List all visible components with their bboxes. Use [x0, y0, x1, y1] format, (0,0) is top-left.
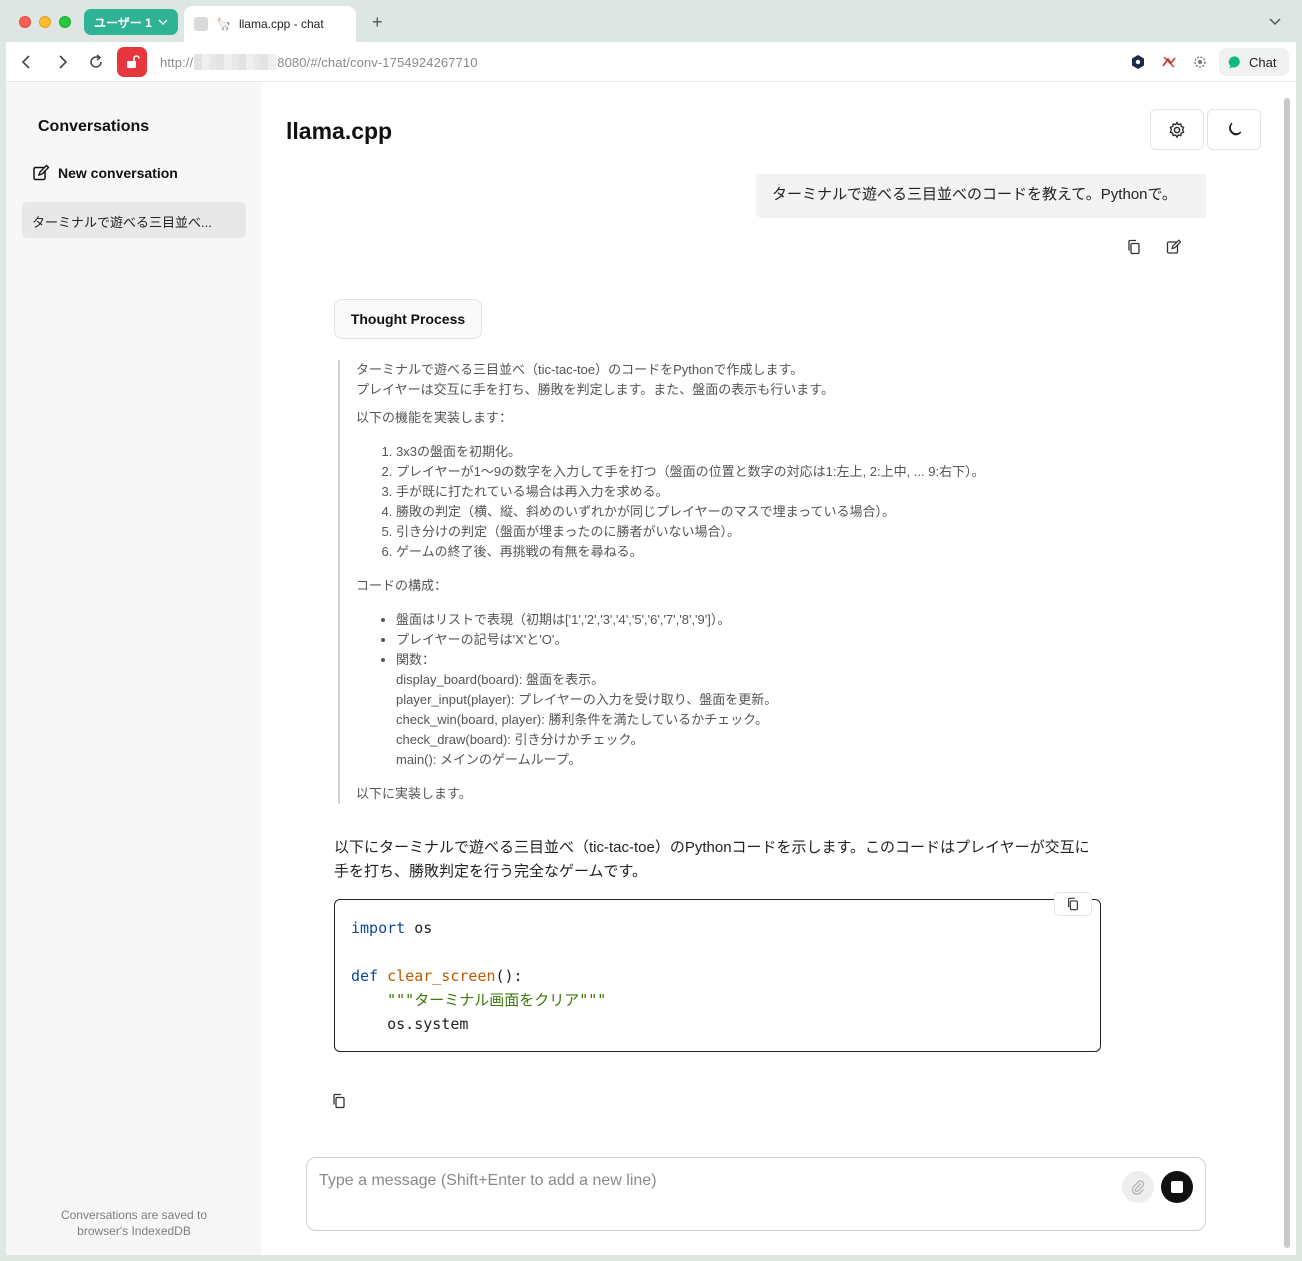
- site-security-button[interactable]: [117, 47, 147, 77]
- extension-hexagon-icon[interactable]: [1130, 54, 1146, 70]
- list-item: ゲームの終了後、再挑戦の有無を尋ねる。: [396, 542, 1058, 562]
- thought-intro-line2: プレイヤーは交互に手を打ち、勝敗を判定します。また、盤面の表示も行います。: [356, 382, 835, 397]
- storage-note-line2: browser's IndexedDB: [77, 1224, 191, 1238]
- list-item: 3x3の盤面を初期化。: [396, 442, 1058, 462]
- gear-icon: [1169, 120, 1185, 138]
- stop-icon: [1171, 1181, 1183, 1193]
- minimize-window-button[interactable]: [39, 16, 51, 28]
- functions-label: 関数：: [396, 652, 436, 667]
- thought-closing: 以下に実装します。: [356, 786, 472, 801]
- answer-line1: 以下にターミナルで遊べる三目並べ（tic-tac-toe）のPythonコードを…: [334, 839, 1090, 856]
- structure-list: 盤面はリストで表現（初期は['1','2','3','4','5','6','7…: [396, 610, 1058, 770]
- address-bar[interactable]: http:// 8080/#/chat/conv-1754924267710: [160, 54, 478, 70]
- storage-note-line1: Conversations are saved to: [60, 1208, 208, 1222]
- answer-line2: 手を打ち、勝敗判定を行う完全なゲームです。: [334, 863, 648, 880]
- copy-icon: [1068, 897, 1078, 911]
- theme-toggle-button[interactable]: [1207, 109, 1261, 150]
- edit-icon: [33, 164, 50, 181]
- list-item: プレイヤーが1〜9の数字を入力して手を打つ（盤面の位置と数字の対応は1:左上, …: [396, 462, 1058, 482]
- code-block: import os def clear_screen(): """ターミナル画面…: [334, 899, 1101, 1052]
- browser-tab-bar: ユーザー 1 🦙 llama.cpp - chat +: [0, 0, 1302, 42]
- maximize-window-button[interactable]: [59, 16, 71, 28]
- list-item: 関数： display_board(board): 盤面を表示。 player_…: [396, 650, 1058, 770]
- list-item: 盤面はリストで表現（初期は['1','2','3','4','5','6','7…: [396, 610, 1058, 630]
- message-composer: [306, 1157, 1206, 1231]
- code-line: os.system: [351, 1015, 469, 1033]
- new-conversation-label: New conversation: [58, 165, 178, 181]
- unlock-icon: [127, 55, 140, 68]
- list-item: 手が既に打たれている場合は再入力を求める。: [396, 482, 1058, 502]
- new-tab-button[interactable]: +: [372, 12, 383, 32]
- forward-icon[interactable]: [53, 53, 71, 71]
- copy-code-button[interactable]: [1054, 892, 1092, 916]
- extension-gear-icon[interactable]: [1192, 54, 1208, 70]
- structure-heading: コードの構成：: [356, 578, 448, 593]
- features-heading: 以下の機能を実装します：: [356, 410, 513, 425]
- tab-title: llama.cpp - chat: [238, 17, 324, 31]
- page-title: llama.cpp: [286, 118, 393, 144]
- conversation-item[interactable]: ターミナルで遊べる三目並べ...: [22, 202, 246, 238]
- code-keyword: def: [351, 967, 379, 985]
- tab-list-chevron-icon[interactable]: [1268, 14, 1282, 28]
- code-text: ():: [495, 967, 523, 985]
- profile-label: ユーザー 1: [94, 15, 152, 30]
- reload-icon[interactable]: [87, 53, 105, 71]
- function-item: check_win(board, player): 勝利条件を満たしているかチェ…: [396, 712, 769, 727]
- extension-disabled-icon[interactable]: [1161, 54, 1177, 70]
- chat-extension-button[interactable]: Chat: [1219, 48, 1289, 76]
- code-docstring: """ターミナル画面をクリア""": [351, 991, 607, 1009]
- chat-extension-label: Chat: [1249, 54, 1277, 70]
- edit-message-icon[interactable]: [1166, 239, 1182, 255]
- function-item: check_draw(board): 引き分けかチェック。: [396, 732, 644, 747]
- stop-generation-button[interactable]: [1161, 1171, 1193, 1203]
- thought-process-toggle[interactable]: Thought Process: [334, 299, 482, 339]
- redacted-host: [194, 54, 277, 70]
- tab-group-icon: [194, 17, 208, 31]
- attach-file-button[interactable]: [1122, 1171, 1154, 1203]
- function-item: main(): メインのゲームループ。: [396, 752, 582, 767]
- code-keyword: import: [351, 919, 406, 937]
- new-conversation-button[interactable]: New conversation: [32, 164, 178, 182]
- url-suffix: 8080/#/chat/conv-1754924267710: [277, 55, 478, 70]
- list-item: 引き分けの判定（盤面が埋まったのに勝者がいない場合）。: [396, 522, 1058, 542]
- code-text: os: [405, 919, 433, 937]
- sidebar-title: Conversations: [38, 118, 150, 135]
- close-window-button[interactable]: [19, 16, 31, 28]
- paperclip-icon: [1131, 1180, 1145, 1195]
- app-page: Conversations New conversation ターミナルで遊べる…: [6, 82, 1296, 1255]
- code-function-name: clear_screen: [387, 967, 496, 985]
- code-line: def clear_screen():: [351, 964, 1084, 988]
- function-item: display_board(board): 盤面を表示。: [396, 672, 605, 687]
- storage-note: Conversations are saved to browser's Ind…: [6, 1207, 262, 1239]
- thought-process-content: ターミナルで遊べる三目並べ（tic-tac-toe）のコードをPythonで作成…: [338, 360, 1058, 804]
- message-input[interactable]: [319, 1172, 1109, 1190]
- llama-favicon-icon: 🦙: [216, 17, 231, 31]
- settings-button[interactable]: [1150, 109, 1204, 150]
- function-item: player_input(player): プレイヤーの入力を受け取り、盤面を更…: [396, 692, 778, 707]
- back-icon[interactable]: [18, 53, 36, 71]
- list-item: 勝敗の判定（横、縦、斜めのいずれかが同じプレイヤーのマスで埋まっている場合）。: [396, 502, 1058, 522]
- browser-toolbar: http:// 8080/#/chat/conv-1754924267710 Ch…: [6, 42, 1296, 82]
- moon-icon: [1229, 122, 1242, 135]
- thought-intro-line1: ターミナルで遊べる三目並べ（tic-tac-toe）のコードをPythonで作成…: [356, 362, 804, 377]
- sidebar: Conversations New conversation ターミナルで遊べる…: [6, 82, 262, 1255]
- assistant-answer-text: 以下にターミナルで遊べる三目並べ（tic-tac-toe）のPythonコードを…: [334, 836, 1104, 884]
- url-prefix: http://: [160, 55, 194, 70]
- chevron-down-icon: [158, 19, 168, 26]
- list-item: プレイヤーの記号は'X'と'O'。: [396, 630, 1058, 650]
- code-line: import os: [351, 916, 1084, 940]
- copy-icon[interactable]: [331, 1093, 347, 1109]
- browser-tab[interactable]: 🦙 llama.cpp - chat: [184, 6, 356, 42]
- profile-switcher[interactable]: ユーザー 1: [84, 9, 178, 35]
- scrollbar[interactable]: [1284, 98, 1290, 1248]
- chat-bubble-icon: [1228, 55, 1240, 69]
- features-list: 3x3の盤面を初期化。 プレイヤーが1〜9の数字を入力して手を打つ（盤面の位置と…: [396, 442, 1058, 562]
- user-message-bubble: ターミナルで遊べる三目並べのコードを教えて。Pythonで。: [756, 174, 1206, 218]
- copy-icon[interactable]: [1126, 239, 1142, 255]
